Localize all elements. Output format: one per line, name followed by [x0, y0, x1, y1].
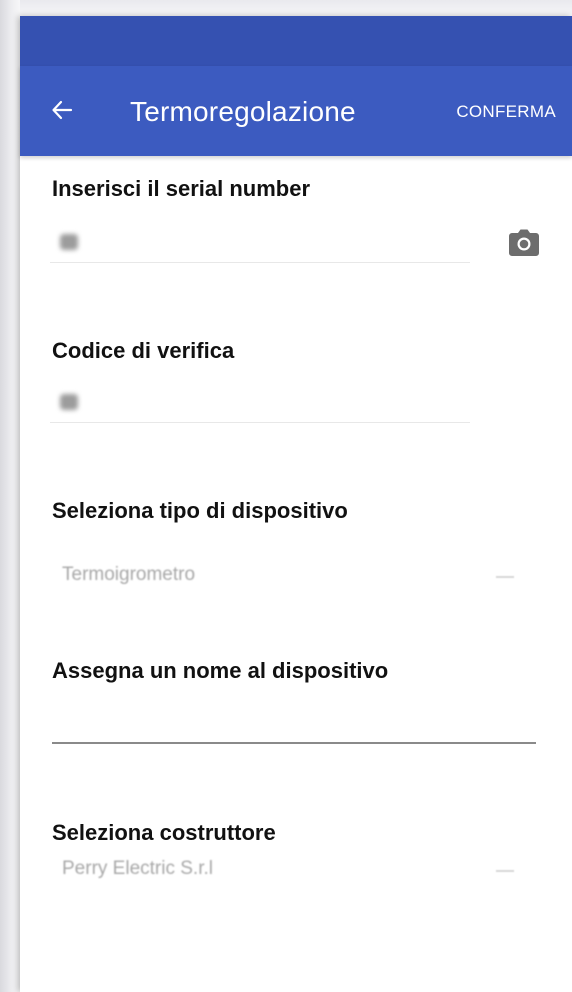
page-title: Termoregolazione [130, 96, 356, 127]
back-button[interactable] [42, 90, 82, 130]
manufacturer-select[interactable]: Perry Electric S.r.l [50, 854, 540, 890]
verification-code-value[interactable] [60, 394, 78, 410]
phone-screen: Termoregolazione CONFERMA Inserisci il s… [20, 16, 572, 992]
device-type-select[interactable]: Termoigrometro [50, 560, 540, 596]
device-type-dropdown-indicator [496, 576, 514, 578]
verification-code-underline [50, 422, 470, 423]
page: Termoregolazione CONFERMA Inserisci il s… [0, 0, 572, 992]
manufacturer-dropdown-indicator [496, 870, 514, 872]
device-name-underline [52, 742, 536, 744]
serial-number-value[interactable] [60, 234, 78, 250]
device-left-edge [0, 0, 20, 992]
manufacturer-label: Seleziona costruttore [52, 820, 276, 845]
device-name-input[interactable] [52, 706, 540, 742]
app-bar: Termoregolazione CONFERMA [20, 66, 572, 156]
verification-code-label: Codice di verifica [52, 338, 235, 363]
serial-number-underline [50, 262, 470, 263]
manufacturer-value: Perry Electric S.r.l [62, 858, 213, 879]
status-bar [20, 16, 572, 66]
scan-serial-button[interactable] [508, 228, 540, 258]
camera-icon [509, 229, 539, 256]
arrow-left-icon [52, 100, 73, 120]
device-type-label: Seleziona tipo di dispositivo [52, 498, 348, 523]
device-type-value: Termoigrometro [62, 564, 196, 585]
device-top-edge [0, 0, 572, 16]
serial-number-label: Inserisci il serial number [52, 176, 311, 201]
confirm-button[interactable]: CONFERMA [456, 102, 556, 122]
device-name-label: Assegna un nome al dispositivo [52, 658, 389, 683]
